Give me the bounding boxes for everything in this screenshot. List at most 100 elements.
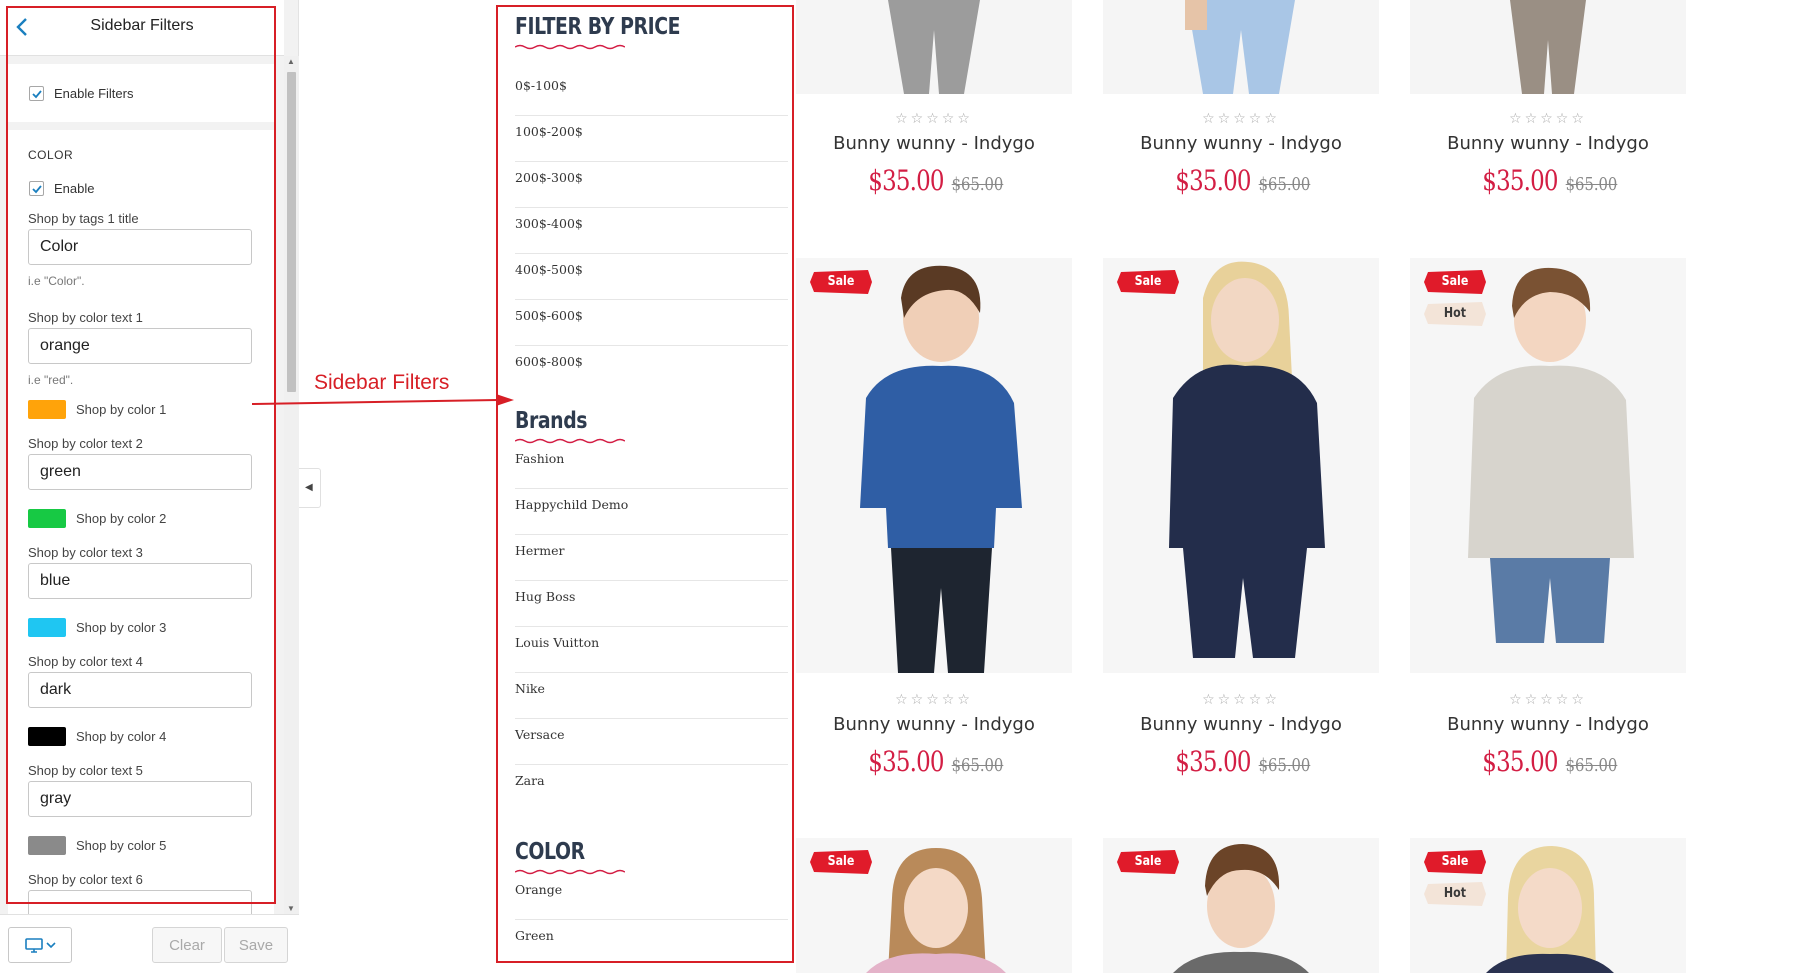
color-text-3-label: Shop by color text 3 — [28, 545, 143, 560]
original-price: $65.00 — [951, 755, 1003, 776]
product-name[interactable]: Bunny wunny - Indygo — [796, 133, 1072, 154]
annotation-arrow-icon — [252, 394, 514, 406]
brand-filter-item[interactable]: Hermer — [515, 535, 788, 581]
product-photo — [796, 258, 1072, 673]
price-filter-item[interactable]: 600$-800$ — [515, 346, 788, 392]
tags-title-input[interactable] — [28, 229, 252, 265]
hot-badge: Hot — [1424, 302, 1486, 326]
color-text-2-input[interactable] — [28, 454, 252, 490]
product-photo — [1103, 0, 1379, 94]
collapse-panel-button[interactable]: ◀ — [299, 468, 321, 508]
color-2-swatch[interactable] — [28, 509, 66, 528]
brand-filter-item[interactable]: Versace — [515, 719, 788, 765]
brand-filter-item[interactable]: Fashion — [515, 449, 788, 489]
original-price: $65.00 — [1565, 755, 1617, 776]
price-filter-item[interactable]: 0$-100$ — [515, 70, 788, 116]
product-name[interactable]: Bunny wunny - Indygo — [1410, 133, 1686, 154]
original-price: $65.00 — [1258, 174, 1310, 195]
hot-badge: Hot — [1424, 882, 1486, 906]
device-preview-button[interactable] — [8, 927, 72, 963]
original-price: $65.00 — [1258, 755, 1310, 776]
product-photo — [1410, 0, 1686, 94]
scroll-thumb[interactable] — [287, 72, 296, 392]
color-text-1-hint: i.e "red". — [28, 373, 74, 387]
sale-badge: Sale — [1117, 270, 1179, 294]
settings-scrollbar[interactable]: ▲ ▼ — [284, 56, 299, 914]
product-name[interactable]: Bunny wunny - Indygo — [1410, 714, 1686, 735]
product-image[interactable] — [1103, 258, 1379, 673]
rating-stars: ☆☆☆☆☆ — [1202, 110, 1280, 126]
rating-stars: ☆☆☆☆☆ — [1509, 691, 1587, 707]
product-price: $35.00 $65.00 — [1410, 745, 1686, 778]
color-filter-item[interactable]: Orange — [515, 880, 788, 920]
color-text-6-input[interactable] — [28, 890, 252, 914]
price-filter-item[interactable]: 100$-200$ — [515, 116, 788, 162]
theme-settings-panel: Sidebar Filters Enable Filters COLOR Ena… — [0, 0, 299, 973]
product-name[interactable]: Bunny wunny - Indygo — [1103, 714, 1379, 735]
price-filter-item[interactable]: 300$-400$ — [515, 208, 788, 254]
color-text-3-input[interactable] — [28, 563, 252, 599]
color-text-1-label: Shop by color text 1 — [28, 310, 143, 325]
color-enable-checkbox[interactable] — [29, 181, 44, 196]
color-text-4-input[interactable] — [28, 672, 252, 708]
brand-filter-item[interactable]: Hug Boss — [515, 581, 788, 627]
color-4-label: Shop by color 4 — [76, 729, 167, 744]
color-text-5-input[interactable] — [28, 781, 252, 817]
brand-filter-item[interactable]: Zara — [515, 765, 788, 811]
product-image[interactable] — [1410, 0, 1686, 94]
color-text-2-label: Shop by color text 2 — [28, 436, 143, 451]
price-filter-item[interactable]: 200$-300$ — [515, 162, 788, 208]
brands-title-underline — [515, 438, 625, 444]
sale-price: $35.00 — [1174, 164, 1251, 197]
settings-header: Sidebar Filters — [0, 0, 284, 56]
scroll-up-icon[interactable]: ▲ — [287, 57, 295, 66]
color-3-swatch[interactable] — [28, 618, 66, 637]
color-title-underline — [515, 869, 625, 875]
product-price: $35.00 $65.00 — [1103, 745, 1379, 778]
brands-filter-title: Brands — [515, 408, 588, 434]
color-filter-title: COLOR — [515, 839, 585, 865]
color-4-swatch[interactable] — [28, 727, 66, 746]
product-price: $35.00 $65.00 — [796, 164, 1072, 197]
product-photo — [796, 0, 1072, 94]
rating-stars: ☆☆☆☆☆ — [895, 110, 973, 126]
color-text-5-label: Shop by color text 5 — [28, 763, 143, 778]
product-image[interactable] — [796, 258, 1072, 673]
price-filter-item[interactable]: 500$-600$ — [515, 300, 788, 346]
color-filter-item[interactable]: Green — [515, 920, 788, 960]
color-3-label: Shop by color 3 — [76, 620, 167, 635]
product-price: $35.00 $65.00 — [1103, 164, 1379, 197]
settings-title: Sidebar Filters — [90, 17, 194, 34]
color-2-label: Shop by color 2 — [76, 511, 167, 526]
brand-filter-item[interactable]: Happychild Demo — [515, 489, 788, 535]
color-text-6-label: Shop by color text 6 — [28, 872, 143, 887]
product-name[interactable]: Bunny wunny - Indygo — [796, 714, 1072, 735]
product-image[interactable] — [1103, 0, 1379, 94]
product-name[interactable]: Bunny wunny - Indygo — [1103, 133, 1379, 154]
clear-button[interactable]: Clear — [152, 927, 222, 963]
sale-price: $35.00 — [867, 164, 944, 197]
collapse-arrow-icon: ◀ — [305, 482, 313, 493]
brand-filter-item[interactable]: Nike — [515, 673, 788, 719]
product-image[interactable] — [796, 0, 1072, 94]
save-button[interactable]: Save — [224, 927, 288, 963]
color-1-swatch[interactable] — [28, 400, 66, 419]
color-text-1-input[interactable] — [28, 328, 252, 364]
scroll-down-icon[interactable]: ▼ — [287, 904, 295, 913]
product-price: $35.00 $65.00 — [796, 745, 1072, 778]
sale-price: $35.00 — [1481, 745, 1558, 778]
settings-footer: Clear Save — [0, 914, 299, 973]
color-5-swatch[interactable] — [28, 836, 66, 855]
brand-filter-item[interactable]: Louis Vuitton — [515, 627, 788, 673]
sale-badge: Sale — [810, 270, 872, 294]
enable-filters-checkbox[interactable] — [29, 86, 44, 101]
color-section-title: COLOR — [28, 148, 74, 162]
rating-stars: ☆☆☆☆☆ — [1202, 691, 1280, 707]
color-settings-card: COLOR Enable Shop by tags 1 title i.e "C… — [8, 130, 274, 914]
color-5-label: Shop by color 5 — [76, 838, 167, 853]
enable-filters-label: Enable Filters — [54, 86, 134, 101]
sale-badge: Sale — [1424, 850, 1486, 874]
price-filter-item[interactable]: 400$-500$ — [515, 254, 788, 300]
sale-badge: Sale — [1117, 850, 1179, 874]
original-price: $65.00 — [1565, 174, 1617, 195]
